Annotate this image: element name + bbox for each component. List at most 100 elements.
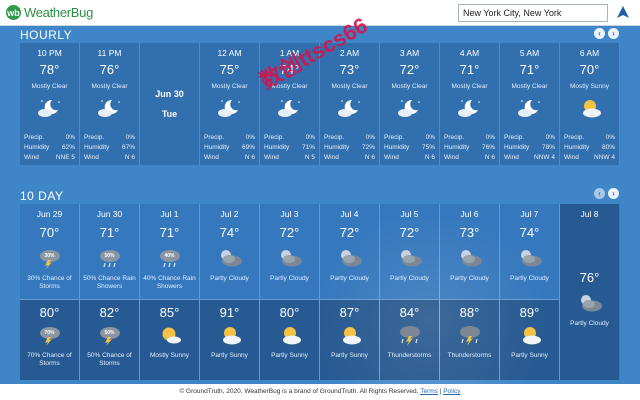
day-column-last[interactable]: Jul 8 76° Partly Cloudy — [560, 204, 620, 380]
day-column[interactable]: Jul 7 74° Partly Cloudy 89° Partly Sunny — [500, 204, 560, 380]
humidity-label: Humidity — [24, 144, 50, 151]
rain-icon: 40% — [157, 247, 183, 269]
day-column[interactable]: Jul 5 72° Partly Cloudy 84° Thunderstorms — [380, 204, 440, 380]
hour-stats: Precip. 0% Humidity 80% Wind NNW 4 — [564, 133, 615, 163]
day-temp-top: 70° — [39, 225, 60, 240]
hour-temp: 71° — [459, 62, 480, 77]
copyright-text: © GroundTruth, 2020. WeatherBug is a bra… — [179, 388, 419, 395]
precip-label: Precip. — [264, 134, 285, 141]
top-bar: wb WeatherBug — [0, 0, 640, 26]
hourly-cell[interactable]: 11 PM 76° Mostly Clear Precip. 0% Humidity 67%… — [80, 43, 140, 165]
partly-cloudy-icon — [397, 247, 423, 269]
day-condition-bottom: 70% Chance of Storms — [27, 352, 72, 367]
day-top-panel: Jul 1 71° 40% 40% Chance Rain Showers — [140, 204, 199, 300]
humidity-label: Humidity — [204, 144, 230, 151]
hourly-cell[interactable]: 4 AM 71° Mostly Clear Precip. 0% Humidity 76% W… — [440, 43, 500, 165]
day-temp-top: 73° — [459, 225, 480, 240]
precip-value: 0% — [65, 134, 75, 141]
hourly-cell[interactable]: 5 AM 71° Mostly Clear Precip. 0% Humidity 78% W… — [500, 43, 560, 165]
storm-icon: 50% — [97, 324, 123, 346]
precip-label: Precip. — [204, 134, 225, 141]
terms-link[interactable]: Terms — [420, 388, 438, 395]
day-temp-top: 71° — [159, 225, 180, 240]
day-date: Jul 6 — [460, 209, 479, 219]
day-divider-weekday: Tue — [161, 109, 178, 119]
hour-stats: Precip. 0% Humidity 75% Wind N 6 — [384, 133, 435, 163]
day-date: Jul 5 — [400, 209, 419, 219]
tenday-title: 10 DAY — [20, 189, 64, 203]
storm-icon: 70% — [37, 324, 63, 346]
day-top-panel: Jun 30 71° 50% 50% Chance Rain Showers — [80, 204, 139, 300]
day-column[interactable]: Jul 6 73° Partly Cloudy 88° Thunderstorms — [440, 204, 500, 380]
hour-condition: Mostly Clear — [31, 83, 68, 90]
precip-value: 0% — [605, 134, 615, 141]
day-condition-bottom: Thunderstorms — [387, 352, 432, 359]
wind-label: Wind — [84, 154, 99, 161]
wind-label: Wind — [264, 154, 279, 161]
hourly-cell[interactable]: 3 AM 72° Mostly Clear Precip. 0% Humidity 75% W… — [380, 43, 440, 165]
partly-cloudy-icon — [577, 292, 603, 314]
hourly-prev-button[interactable]: ‹ — [594, 28, 605, 39]
hour-stats: Precip. 0% Humidity 71% Wind N 5 — [264, 133, 315, 163]
hourly-cell[interactable]: 6 AM 70° Mostly Sunny Precip. 0% Humidity 80% W… — [560, 43, 620, 165]
partly-cloudy-icon — [457, 247, 483, 269]
day-bottom-panel: 87° Partly Sunny — [320, 300, 379, 380]
day-temp-bottom: 87° — [339, 305, 360, 320]
hour-time: 4 AM — [459, 48, 480, 58]
hour-stats: Precip. 0% Humidity 67% Wind N 6 — [84, 133, 135, 163]
location-button[interactable] — [612, 4, 634, 22]
day-temp-bottom: 84° — [399, 305, 420, 320]
footer-separator: | — [439, 388, 442, 395]
hour-temp: 75° — [219, 62, 240, 77]
hour-condition: Mostly Sunny — [569, 83, 610, 90]
moon-cloud-icon — [37, 97, 63, 119]
moon-cloud-icon — [457, 97, 483, 119]
weatherbug-logo[interactable]: wb WeatherBug — [6, 5, 93, 20]
day-condition: Partly Cloudy — [570, 320, 609, 327]
hourly-cell[interactable]: 2 AM 73° Mostly Clear Precip. 0% Humidity 72% W… — [320, 43, 380, 165]
sun-cloud-icon — [217, 324, 243, 346]
humidity-value: 76% — [481, 144, 495, 151]
location-search-input[interactable] — [458, 4, 608, 22]
precip-badge: 50% — [104, 253, 115, 259]
day-temp-top: 74° — [519, 225, 540, 240]
day-date: Jun 30 — [96, 209, 123, 219]
humidity-label: Humidity — [564, 144, 590, 151]
policy-link[interactable]: Policy — [443, 388, 460, 395]
day-condition-bottom: Mostly Sunny — [149, 352, 190, 359]
day-temp-top: 71° — [99, 225, 120, 240]
moon-cloud-icon — [337, 97, 363, 119]
hourly-nav: ‹ › — [594, 28, 619, 39]
day-column[interactable]: Jun 29 70° 30% 30% Chance of Storms 80° 70% 70… — [20, 204, 80, 380]
sunny-icon — [157, 324, 183, 346]
day-column[interactable]: Jul 4 72° Partly Cloudy 87° Partly Sunny — [320, 204, 380, 380]
precip-value: 0% — [425, 134, 435, 141]
last-day-detail: 76° Partly Cloudy — [560, 264, 619, 328]
hour-time: 5 AM — [519, 48, 540, 58]
tenday-next-button[interactable]: › — [608, 188, 619, 199]
day-top-panel: Jul 6 73° Partly Cloudy — [440, 204, 499, 300]
day-column[interactable]: Jul 2 74° Partly Cloudy 91° Partly Sunny — [200, 204, 260, 380]
day-column[interactable]: Jul 1 71° 40% 40% Chance Rain Showers 85° Mos… — [140, 204, 200, 380]
tenday-prev-button[interactable]: ‹ — [594, 188, 605, 199]
hour-temp: 73° — [339, 62, 360, 77]
hour-condition: Mostly Clear — [451, 83, 488, 90]
day-temp-bottom: 91° — [219, 305, 240, 320]
day-column[interactable]: Jul 3 72° Partly Cloudy 80° Partly Sunny — [260, 204, 320, 380]
hourly-title: HOURLY — [20, 28, 73, 42]
hourly-next-button[interactable]: › — [608, 28, 619, 39]
precip-label: Precip. — [504, 134, 525, 141]
day-condition-bottom: Partly Sunny — [511, 352, 548, 359]
moon-cloud-icon — [217, 97, 243, 119]
day-condition-top: Partly Cloudy — [390, 275, 429, 282]
day-bottom-panel: 85° Mostly Sunny — [140, 300, 199, 380]
hour-time: 6 AM — [579, 48, 600, 58]
hour-stats: Precip. 0% Humidity 62% Wind NNE 5 — [24, 133, 75, 163]
hourly-cell[interactable]: 12 AM 75° Mostly Clear Precip. 0% Humidity 69%… — [200, 43, 260, 165]
wind-label: Wind — [324, 154, 339, 161]
day-date: Jul 7 — [520, 209, 539, 219]
footer: © GroundTruth, 2020. WeatherBug is a bra… — [0, 384, 640, 400]
hourly-cell[interactable]: 10 PM 78° Mostly Clear Precip. 0% Humidity 62%… — [20, 43, 80, 165]
precip-badge: 30% — [44, 253, 55, 259]
day-column[interactable]: Jun 30 71° 50% 50% Chance Rain Showers 82° 50… — [80, 204, 140, 380]
